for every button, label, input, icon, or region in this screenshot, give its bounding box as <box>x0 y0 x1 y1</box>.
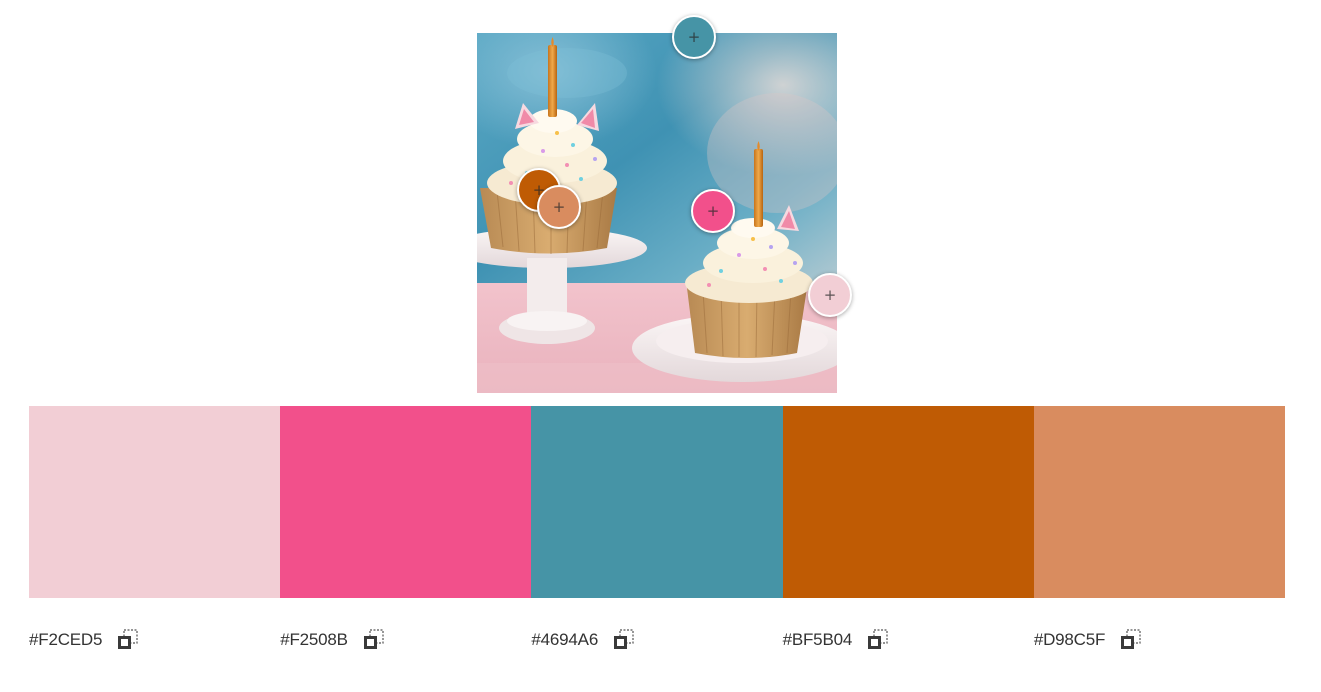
hex-value: #4694A6 <box>531 630 599 649</box>
copy-icon[interactable] <box>612 628 636 652</box>
hex-value: #D98C5F <box>1033 630 1106 649</box>
crosshair-icon: + <box>687 27 701 46</box>
swatch-1[interactable] <box>29 406 281 598</box>
color-palette-extractor: + + + + + #F2CED5 #F2508B #4694A6 #BF5B0… <box>0 0 1321 692</box>
swatch-2[interactable] <box>280 406 532 598</box>
hex-value: #BF5B04 <box>782 630 853 649</box>
swatch-label-3: #4694A6 <box>531 622 782 658</box>
crosshair-icon: + <box>823 285 837 304</box>
palette-hex-labels: #F2CED5 #F2508B #4694A6 #BF5B04 #D98C5F <box>29 622 1285 658</box>
copy-icon[interactable] <box>1119 628 1143 652</box>
swatch-3[interactable] <box>531 406 783 598</box>
copy-icon[interactable] <box>362 628 386 652</box>
color-picker-handle-pink[interactable]: + <box>691 189 735 233</box>
cupcakes-photo <box>477 33 837 393</box>
crosshair-icon: + <box>706 201 720 220</box>
swatch-label-5: #D98C5F <box>1034 622 1285 658</box>
copy-icon[interactable] <box>866 628 890 652</box>
color-picker-handle-tan[interactable]: + <box>537 185 581 229</box>
swatch-label-2: #F2508B <box>280 622 531 658</box>
source-image <box>477 33 837 393</box>
hex-value: #F2508B <box>280 630 348 649</box>
swatch-4[interactable] <box>782 406 1034 598</box>
swatch-5[interactable] <box>1033 406 1286 598</box>
color-picker-handle-light-pink[interactable]: + <box>808 273 852 317</box>
copy-icon[interactable] <box>116 628 140 652</box>
swatch-label-4: #BF5B04 <box>783 622 1034 658</box>
palette-swatches <box>29 406 1286 598</box>
color-picker-handle-teal[interactable]: + <box>672 15 716 59</box>
swatch-label-1: #F2CED5 <box>29 622 280 658</box>
hex-value: #F2CED5 <box>29 630 103 649</box>
crosshair-icon: + <box>552 197 566 216</box>
